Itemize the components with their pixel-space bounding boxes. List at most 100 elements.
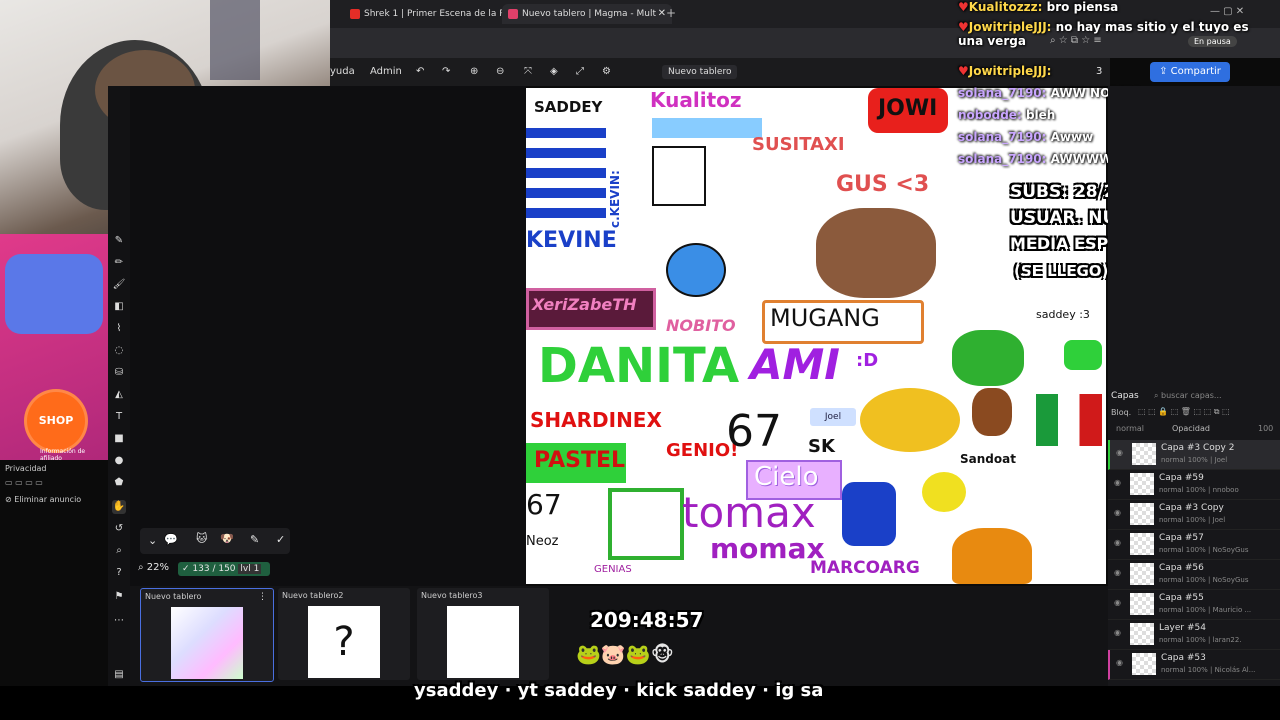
eye-icon[interactable]: ◉	[1116, 448, 1123, 457]
circle-icon[interactable]: ●	[112, 454, 126, 468]
hand-icon[interactable]: ✋	[112, 500, 126, 514]
fullscreen-icon[interactable]: ⤢	[576, 65, 584, 79]
window-controls[interactable]: — ▢ ✕	[1210, 6, 1244, 17]
tab-shrek[interactable]: Shrek 1 | Primer Escena de la Pe ✕	[344, 4, 516, 24]
board-thumb[interactable]: Nuevo tablero3	[417, 588, 549, 680]
fill-icon[interactable]: ⛁	[112, 366, 126, 380]
more-icon[interactable]: ⋮	[258, 592, 267, 602]
help-icon[interactable]: ?	[112, 566, 126, 580]
gamepad-image	[5, 254, 103, 334]
new-tab-icon[interactable]: +	[666, 6, 676, 20]
eye-icon[interactable]: ◉	[1116, 658, 1123, 667]
layer-row[interactable]: ◉ Capa #59 normal 100% | nnoboo	[1108, 470, 1280, 500]
text-icon[interactable]: T	[112, 410, 126, 424]
eye-icon[interactable]: ◉	[1114, 538, 1121, 547]
art-green-frame	[608, 488, 684, 560]
workspace[interactable]: ⌄ 💬 🐱 🐶 ✎ ✓ ⌕ 22% ✓ 133 / 150 lvl 1	[130, 86, 526, 586]
brush-icon[interactable]: 🖌	[112, 278, 126, 292]
layer-sub: normal 100% | laran22.	[1159, 636, 1242, 644]
layer-row[interactable]: ◉ Capa #55 normal 100% | Mauricio ...	[1108, 590, 1280, 620]
chat-icon[interactable]: 💬	[164, 533, 178, 546]
undo-icon[interactable]: ↶	[416, 65, 424, 79]
remove-ads-link[interactable]: ⊘ Eliminar anuncio	[5, 495, 81, 504]
layer-row[interactable]: ◉ Capa #3 Copy normal 100% | Joel	[1108, 500, 1280, 530]
privacy-icons[interactable]: ▭ ▭ ▭ ▭	[5, 478, 43, 487]
layers-search[interactable]: ⌕ buscar capas...	[1154, 389, 1274, 403]
eraser-icon[interactable]: ◧	[112, 300, 126, 314]
art-kualitoz: Kualitoz	[650, 88, 742, 112]
eye-icon[interactable]: ◉	[1114, 508, 1121, 517]
eye-icon[interactable]: ◉	[1114, 598, 1121, 607]
layer-sub: normal 100% | Joel	[1159, 516, 1226, 524]
chat-user: solana_7190:	[958, 130, 1047, 144]
chat-user: nobodde:	[958, 108, 1022, 122]
layer-row[interactable]: ◉ Capa #56 normal 100% | NoSoyGus	[1108, 560, 1280, 590]
art-pastel: PASTEL	[534, 448, 626, 473]
chat-user: Kualitozzz:	[968, 0, 1043, 14]
share-button[interactable]: ⇪ Compartir	[1150, 62, 1230, 82]
art-neoz: Neoz	[526, 534, 559, 549]
art-momax: momax	[710, 532, 825, 565]
ad-panel[interactable]: SHOP NOW Información de afiliado	[0, 234, 108, 485]
flag-icon[interactable]: ⚑	[112, 590, 126, 604]
lasso-icon[interactable]: ◌	[112, 344, 126, 358]
rotate-icon[interactable]: ↺	[112, 522, 126, 536]
search-icon[interactable]: ⌕	[112, 544, 126, 558]
chevron-down-icon[interactable]: ⌄	[148, 534, 157, 547]
rectangle-icon[interactable]: ■	[112, 432, 126, 446]
board-name[interactable]: Nuevo tablero	[662, 65, 738, 79]
boards-strip: Nuevo tablero ⋮ Nuevo tablero2 ? Nuevo t…	[130, 586, 1108, 686]
eye-icon[interactable]: ◉	[1114, 568, 1121, 577]
remove-ads-label: Eliminar anuncio	[14, 495, 82, 504]
bucket-icon[interactable]: ◭	[112, 388, 126, 402]
board-label: Nuevo tablero3	[421, 591, 483, 600]
layer-sub: normal 100% | Joel	[1161, 456, 1228, 464]
redo-icon[interactable]: ↷	[442, 65, 450, 79]
art-blue-figure	[842, 482, 896, 546]
chat-line: nobodde: bleh	[958, 108, 1055, 122]
tab-magma[interactable]: Nuevo tablero | Magma - Mult ✕	[502, 4, 672, 24]
layer-name: Capa #53	[1161, 653, 1206, 663]
layer-name: Capa #57	[1159, 533, 1204, 543]
layer-row[interactable]: ◉ Capa #3 Copy 2 normal 100% | Joel	[1108, 440, 1280, 470]
art-blue-face	[666, 243, 726, 297]
eye-icon[interactable]: ◉	[1114, 628, 1121, 637]
layers-icon[interactable]: ◈	[550, 65, 558, 79]
zoom-in-icon[interactable]: ⊕	[470, 65, 478, 79]
art-pepe	[952, 330, 1024, 386]
zoom-out-icon[interactable]: ⊖	[496, 65, 504, 79]
smudge-icon[interactable]: ⌇	[112, 322, 126, 336]
blend-mode[interactable]: normal	[1116, 424, 1144, 433]
settings-icon[interactable]: ⚙	[602, 65, 611, 79]
social-ticker: ysaddey · yt saddey · kick saddey · ig s…	[414, 680, 824, 701]
shop-now-button[interactable]: SHOP NOW	[24, 389, 88, 485]
layer-row[interactable]: ◉ Capa #53 normal 100% | Nicolás Al...	[1108, 650, 1280, 680]
layer-row[interactable]: ◉ Capa #57 normal 100% | NoSoyGus	[1108, 530, 1280, 560]
close-icon[interactable]: ✕	[658, 4, 666, 24]
chat-reactions-bar[interactable]: ⌄ 💬 🐱 🐶 ✎ ✓	[140, 528, 290, 554]
menu-ayuda[interactable]: yuda	[330, 65, 355, 79]
pencil-icon[interactable]: ✎	[250, 533, 259, 546]
layer-name: Capa #56	[1159, 563, 1204, 573]
transform-icon[interactable]: ⤧	[524, 65, 532, 79]
layer-sub: normal 100% | Mauricio ...	[1159, 606, 1252, 614]
menu-icon[interactable]: ▤	[112, 668, 126, 682]
eye-icon[interactable]: ◉	[1114, 478, 1121, 487]
menu-admin[interactable]: Admin	[370, 65, 402, 79]
shape-icon[interactable]: ⬟	[112, 476, 126, 490]
board-thumb[interactable]: Nuevo tablero ⋮	[140, 588, 274, 682]
opacity-value[interactable]: 100	[1258, 424, 1273, 433]
zoom-indicator[interactable]: ⌕ 22%	[138, 562, 169, 573]
check-icon[interactable]: ✓	[276, 533, 285, 546]
pencil-icon[interactable]: ✏	[112, 256, 126, 270]
more-icon[interactable]: ⋯	[112, 614, 126, 628]
board-thumb[interactable]: Nuevo tablero2 ?	[278, 588, 410, 680]
pen-icon[interactable]: ✎	[112, 234, 126, 248]
layer-row[interactable]: ◉ Layer #54 normal 100% | laran22.	[1108, 620, 1280, 650]
avatar-icon: 🐱	[196, 532, 208, 545]
chat-line: solana_7190: AWWWW	[958, 152, 1112, 166]
layer-thumb	[1130, 593, 1154, 615]
layer-actions[interactable]: ⬚ ⬚ 🔒 ⬚ 🗑 ⬚ ⬚ ⧉ ⬚	[1138, 407, 1230, 417]
art-blue-banner	[652, 118, 762, 138]
users-badge: ✓ 133 / 150 lvl 1	[178, 562, 270, 576]
